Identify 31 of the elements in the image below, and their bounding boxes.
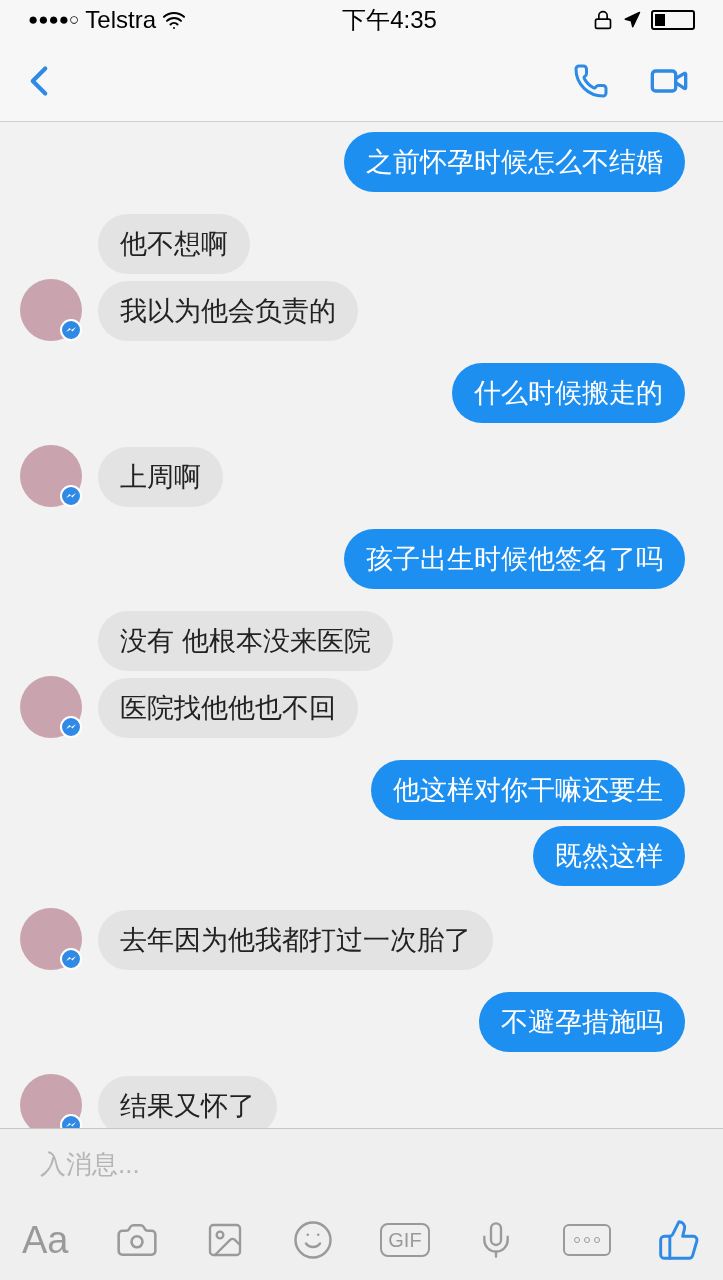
text-format-button[interactable]: Aa [22, 1211, 69, 1269]
gif-button[interactable]: GIF [380, 1223, 430, 1257]
message-bubble: 我以为他会负责的 [98, 281, 358, 341]
location-icon [623, 11, 641, 29]
signal-strength: ●●●●○ [28, 9, 80, 32]
message-bubble: 孩子出生时候他签名了吗 [344, 529, 685, 589]
battery-icon [651, 10, 695, 30]
message-bubble: 既然这样 [533, 826, 685, 886]
avatar [20, 1074, 82, 1128]
messenger-badge-icon [60, 485, 82, 507]
clock-time: 下午4:35 [342, 5, 437, 35]
message-bubble: 上周啊 [98, 447, 223, 507]
message-bubble: 没有 他根本没来医院 [98, 611, 393, 671]
message-bubble: 他这样对你干嘛还要生 [371, 760, 685, 820]
messenger-badge-icon [60, 716, 82, 738]
message-bubble: 医院找他他也不回 [98, 678, 358, 738]
message-bubble: 之前怀孕时候怎么不结婚 [344, 132, 685, 192]
lock-icon [593, 10, 613, 30]
message-input-field[interactable]: 入消息... [40, 1145, 683, 1184]
message-bubble: 去年因为他我都打过一次胎了 [98, 910, 493, 970]
thumbs-up-icon[interactable] [657, 1218, 701, 1262]
message-bubble: 什么时候搬走的 [452, 363, 685, 423]
message-bubble: 他不想啊 [98, 214, 250, 274]
carrier-name: Telstra [85, 5, 157, 35]
message-bubble: 不避孕措施吗 [479, 992, 685, 1052]
phone-icon[interactable] [573, 62, 609, 99]
messenger-badge-icon [60, 948, 82, 970]
message-bubble: 结果又怀了 [98, 1076, 277, 1128]
more-icon[interactable] [562, 1224, 611, 1256]
smiley-icon[interactable] [291, 1219, 334, 1261]
messenger-badge-icon [60, 319, 82, 341]
